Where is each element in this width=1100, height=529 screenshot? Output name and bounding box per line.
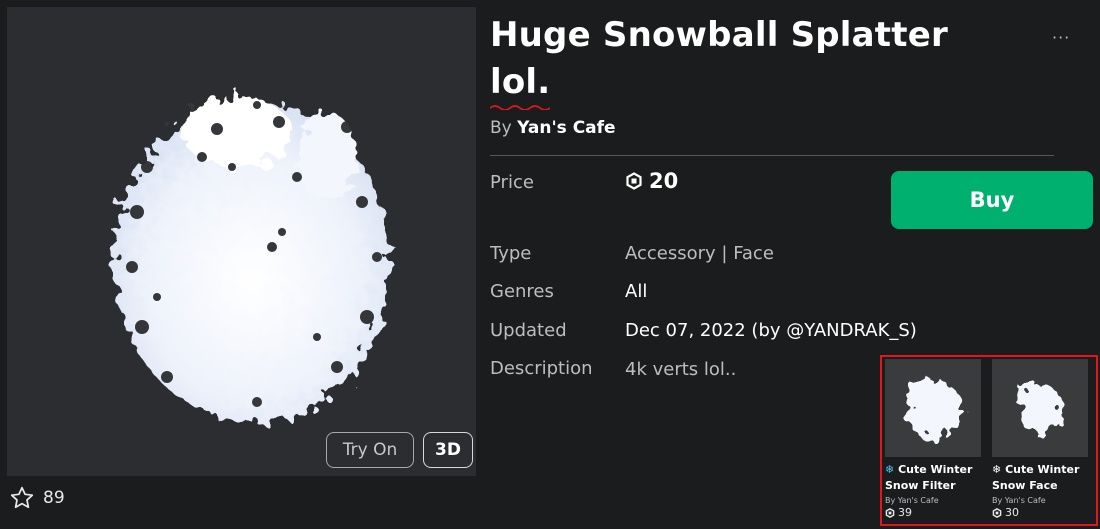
robux-icon <box>885 507 895 518</box>
item-title: Huge Snowball Splatter lol. <box>490 12 990 110</box>
recommendation-creator: By Yan's Cafe <box>885 496 939 505</box>
favorite-control[interactable]: 89 <box>9 485 65 511</box>
robux-icon <box>992 507 1002 518</box>
item-preview[interactable]: Try On 3D <box>7 7 476 476</box>
genres-value: All <box>625 281 648 302</box>
snowflake-icon: ❄ <box>992 463 1002 476</box>
description-label: Description <box>490 358 593 379</box>
updated-label: Updated <box>490 320 567 341</box>
creator-byline: By Yan's Cafe <box>490 118 616 138</box>
3d-view-button[interactable]: 3D <box>423 432 473 468</box>
recommendation-card[interactable]: ❄ Cute Winter Snow Filter By Yan's Cafe … <box>885 359 981 519</box>
creator-link[interactable]: Yan's Cafe <box>517 118 615 138</box>
recommendation-thumbnail <box>992 359 1088 457</box>
type-label: Type <box>490 243 532 264</box>
robux-icon <box>626 172 642 190</box>
recommendation-price-amount: 39 <box>898 506 912 519</box>
recommendation-thumbnail <box>885 359 981 457</box>
recommendations-panel: ❄ Cute Winter Snow Filter By Yan's Cafe … <box>880 355 1098 526</box>
snowball-thumbnail <box>1018 383 1062 435</box>
recommendation-card[interactable]: ❄ Cute Winter Snow Face By Yan's Cafe 30 <box>992 359 1088 519</box>
recommendation-price-amount: 30 <box>1005 506 1019 519</box>
title-line-1: Huge Snowball Splatter <box>490 15 948 55</box>
spellcheck-underline <box>490 105 550 110</box>
recommendation-name-text: Cute Winter Snow Face <box>992 463 1080 492</box>
more-options-button[interactable]: ··· <box>1052 28 1070 47</box>
description-value: 4k verts lol.. <box>625 359 737 380</box>
title-line-2-text: lol. <box>490 62 551 102</box>
snowflake-icon: ❄ <box>885 463 895 476</box>
by-prefix: By <box>490 118 512 138</box>
updated-value: Dec 07, 2022 (by @YANDRAK_S) <box>625 320 917 341</box>
snowball-thumbnail <box>905 379 961 439</box>
snowball-image <box>114 97 390 422</box>
recommendation-name: ❄ Cute Winter Snow Filter <box>885 462 981 494</box>
recommendation-name: ❄ Cute Winter Snow Face <box>992 462 1088 494</box>
recommendation-price: 39 <box>885 506 981 519</box>
recommendation-creator: By Yan's Cafe <box>992 496 1046 505</box>
try-on-button[interactable]: Try On <box>326 432 414 468</box>
buy-button[interactable]: Buy <box>891 171 1093 229</box>
title-line-2: lol. <box>490 59 551 110</box>
star-icon[interactable] <box>9 485 35 511</box>
recommendation-name-text: Cute Winter Snow Filter <box>885 463 973 492</box>
price-label: Price <box>490 172 534 193</box>
divider <box>490 155 1054 156</box>
price-value: 20 <box>625 169 678 193</box>
favorite-count: 89 <box>43 488 65 508</box>
type-value[interactable]: Accessory | Face <box>625 243 774 264</box>
recommendation-price: 30 <box>992 506 1088 519</box>
price-amount: 20 <box>649 169 679 193</box>
genres-label: Genres <box>490 281 554 302</box>
